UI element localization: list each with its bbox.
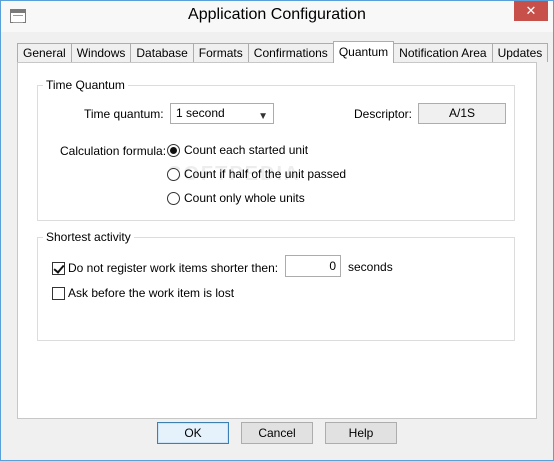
tab-formats[interactable]: Formats (192, 43, 249, 62)
ask-before-label: Ask before the work item is lost (68, 286, 235, 300)
close-button[interactable]: ✕ (514, 1, 548, 21)
calculation-formula-label: Calculation formula: (60, 144, 167, 158)
close-icon: ✕ (525, 3, 537, 18)
radio-count-if-half[interactable]: Count if half of the unit passed (167, 167, 346, 181)
radio-count-each-started[interactable]: Count each started unit (167, 143, 308, 157)
app-config-window: Application Configuration ✕ General Wind… (0, 0, 554, 461)
descriptor-value: A/1S (418, 103, 506, 124)
cancel-button[interactable]: Cancel (241, 422, 313, 444)
ask-before-checkbox-row[interactable]: Ask before the work item is lost (52, 286, 234, 300)
tab-updates[interactable]: Updates (491, 43, 549, 62)
radio-label: Count only whole units (184, 191, 305, 205)
tab-windows[interactable]: Windows (70, 43, 132, 62)
shortest-activity-group-label: Shortest activity (43, 230, 134, 244)
radio-button[interactable] (167, 167, 180, 181)
radio-count-only-whole[interactable]: Count only whole units (167, 191, 305, 205)
time-quantum-value: 1 second (176, 106, 225, 120)
ask-before-checkbox[interactable] (52, 286, 65, 300)
tab-database[interactable]: Database (130, 43, 194, 62)
time-quantum-group: Time Quantum Time quantum: 1 second ▼ De… (37, 78, 515, 221)
radio-label: Count if half of the unit passed (184, 167, 347, 181)
window-title: Application Configuration (188, 6, 366, 23)
seconds-unit-label: seconds (348, 260, 393, 274)
shortest-activity-group: Shortest activity Do not register work i… (37, 230, 515, 341)
radio-button[interactable] (167, 191, 180, 205)
chevron-down-icon: ▼ (258, 111, 268, 122)
time-quantum-label: Time quantum: (84, 107, 164, 121)
dialog-client-area: General Windows Database Formats Confirm… (8, 32, 549, 454)
title-bar: Application Configuration ✕ (1, 1, 553, 32)
tab-strip: General Windows Database Formats Confirm… (17, 41, 549, 63)
tab-general[interactable]: General (17, 43, 72, 62)
descriptor-label: Descriptor: (354, 107, 413, 121)
seconds-input[interactable]: 0 (285, 255, 341, 277)
time-quantum-select[interactable]: 1 second ▼ (170, 103, 274, 124)
radio-label: Count each started unit (184, 143, 309, 157)
help-button[interactable]: Help (325, 422, 397, 444)
radio-button-selected[interactable] (167, 143, 180, 157)
do-not-register-label: Do not register work items shorter then: (68, 261, 279, 275)
time-quantum-group-label: Time Quantum (43, 78, 128, 92)
tab-confirmations[interactable]: Confirmations (247, 43, 334, 62)
tab-quantum[interactable]: Quantum (332, 41, 395, 63)
tab-notification-area[interactable]: Notification Area (393, 43, 493, 62)
do-not-register-checkbox[interactable] (52, 261, 65, 275)
quantum-tab-panel: SOFTPEDIA Time Quantum Time quantum: 1 s… (17, 62, 537, 419)
do-not-register-checkbox-row[interactable]: Do not register work items shorter then: (52, 261, 278, 275)
ok-button[interactable]: OK (157, 422, 229, 444)
